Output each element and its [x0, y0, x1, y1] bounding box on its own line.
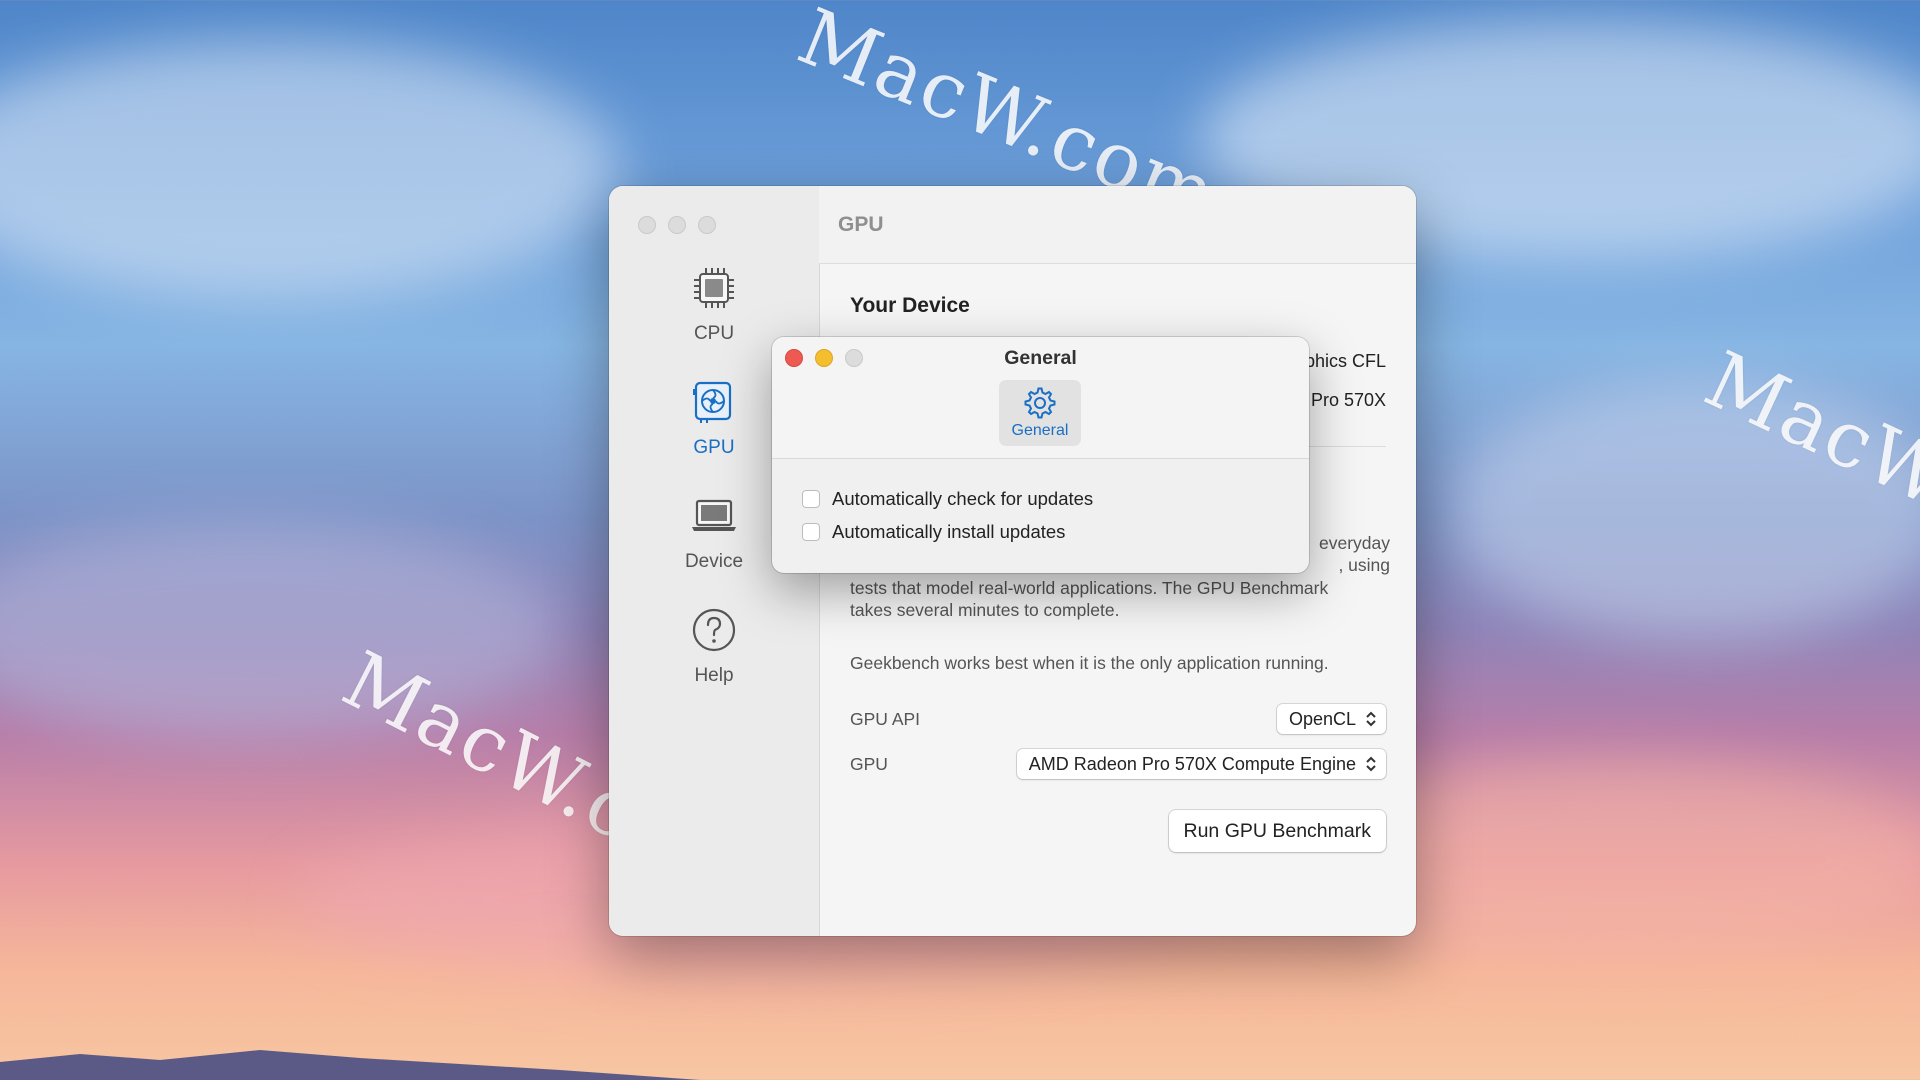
sidebar-item-help[interactable]: Help — [609, 607, 819, 687]
gpu-label: GPU — [850, 754, 888, 774]
preferences-toolbar: General General — [772, 337, 1309, 459]
page-title: GPU — [819, 186, 1416, 264]
auto-install-updates-checkbox[interactable] — [802, 523, 820, 541]
gpu-value: AMD Radeon Pro 570X Compute Engine — [1028, 754, 1356, 774]
wallpaper-cloud — [1450, 380, 1920, 640]
minimize-button[interactable] — [668, 216, 686, 234]
description-line: tests that model real-world applications… — [850, 578, 1329, 598]
run-gpu-benchmark-button[interactable]: Run GPU Benchmark — [1168, 810, 1386, 852]
gpu-api-value: OpenCL — [1288, 709, 1356, 729]
chevron-up-down-icon — [1364, 710, 1378, 733]
wallpaper-cloud — [0, 520, 560, 740]
device-gpu-name: phics CFL — [1304, 351, 1386, 371]
wallpaper-mountains — [0, 1050, 700, 1080]
chevron-up-down-icon — [1364, 755, 1378, 778]
note-text: Geekbench works best when it is the only… — [850, 653, 1329, 673]
sidebar-item-label: CPU — [693, 323, 735, 344]
tab-general-label: General — [1011, 422, 1069, 439]
wallpaper-cloud — [0, 40, 620, 300]
sidebar-item-label: Help — [694, 665, 734, 686]
device-gpu-model: Pro 570X — [1310, 390, 1386, 410]
sidebar-item-label: Device — [684, 551, 744, 572]
tab-general[interactable]: General — [999, 380, 1081, 446]
auto-check-updates-option[interactable]: Automatically check for updates — [802, 488, 1093, 510]
sidebar-item-cpu[interactable]: CPU — [609, 265, 819, 345]
zoom-button[interactable] — [698, 216, 716, 234]
window-controls — [638, 216, 716, 234]
auto-install-updates-option[interactable]: Automatically install updates — [802, 521, 1065, 543]
gpu-select[interactable]: AMD Radeon Pro 570X Compute Engine — [1016, 749, 1386, 779]
gpu-api-label: GPU API — [850, 709, 921, 729]
sidebar-item-label: GPU — [693, 437, 735, 458]
gear-icon — [1023, 386, 1057, 420]
question-circle-icon — [609, 607, 819, 659]
preferences-window: General General Automatically check for … — [772, 337, 1309, 573]
gpu-api-select[interactable]: OpenCL — [1276, 704, 1386, 734]
cpu-chip-icon — [609, 265, 819, 317]
preferences-title: General — [1004, 347, 1077, 369]
description-line: takes several minutes to complete. — [850, 600, 1120, 620]
checkbox-label: Automatically check for updates — [832, 488, 1094, 509]
auto-check-updates-checkbox[interactable] — [802, 490, 820, 508]
checkbox-label: Automatically install updates — [832, 521, 1066, 542]
close-button[interactable] — [638, 216, 656, 234]
section-title: Your Device — [850, 294, 970, 317]
